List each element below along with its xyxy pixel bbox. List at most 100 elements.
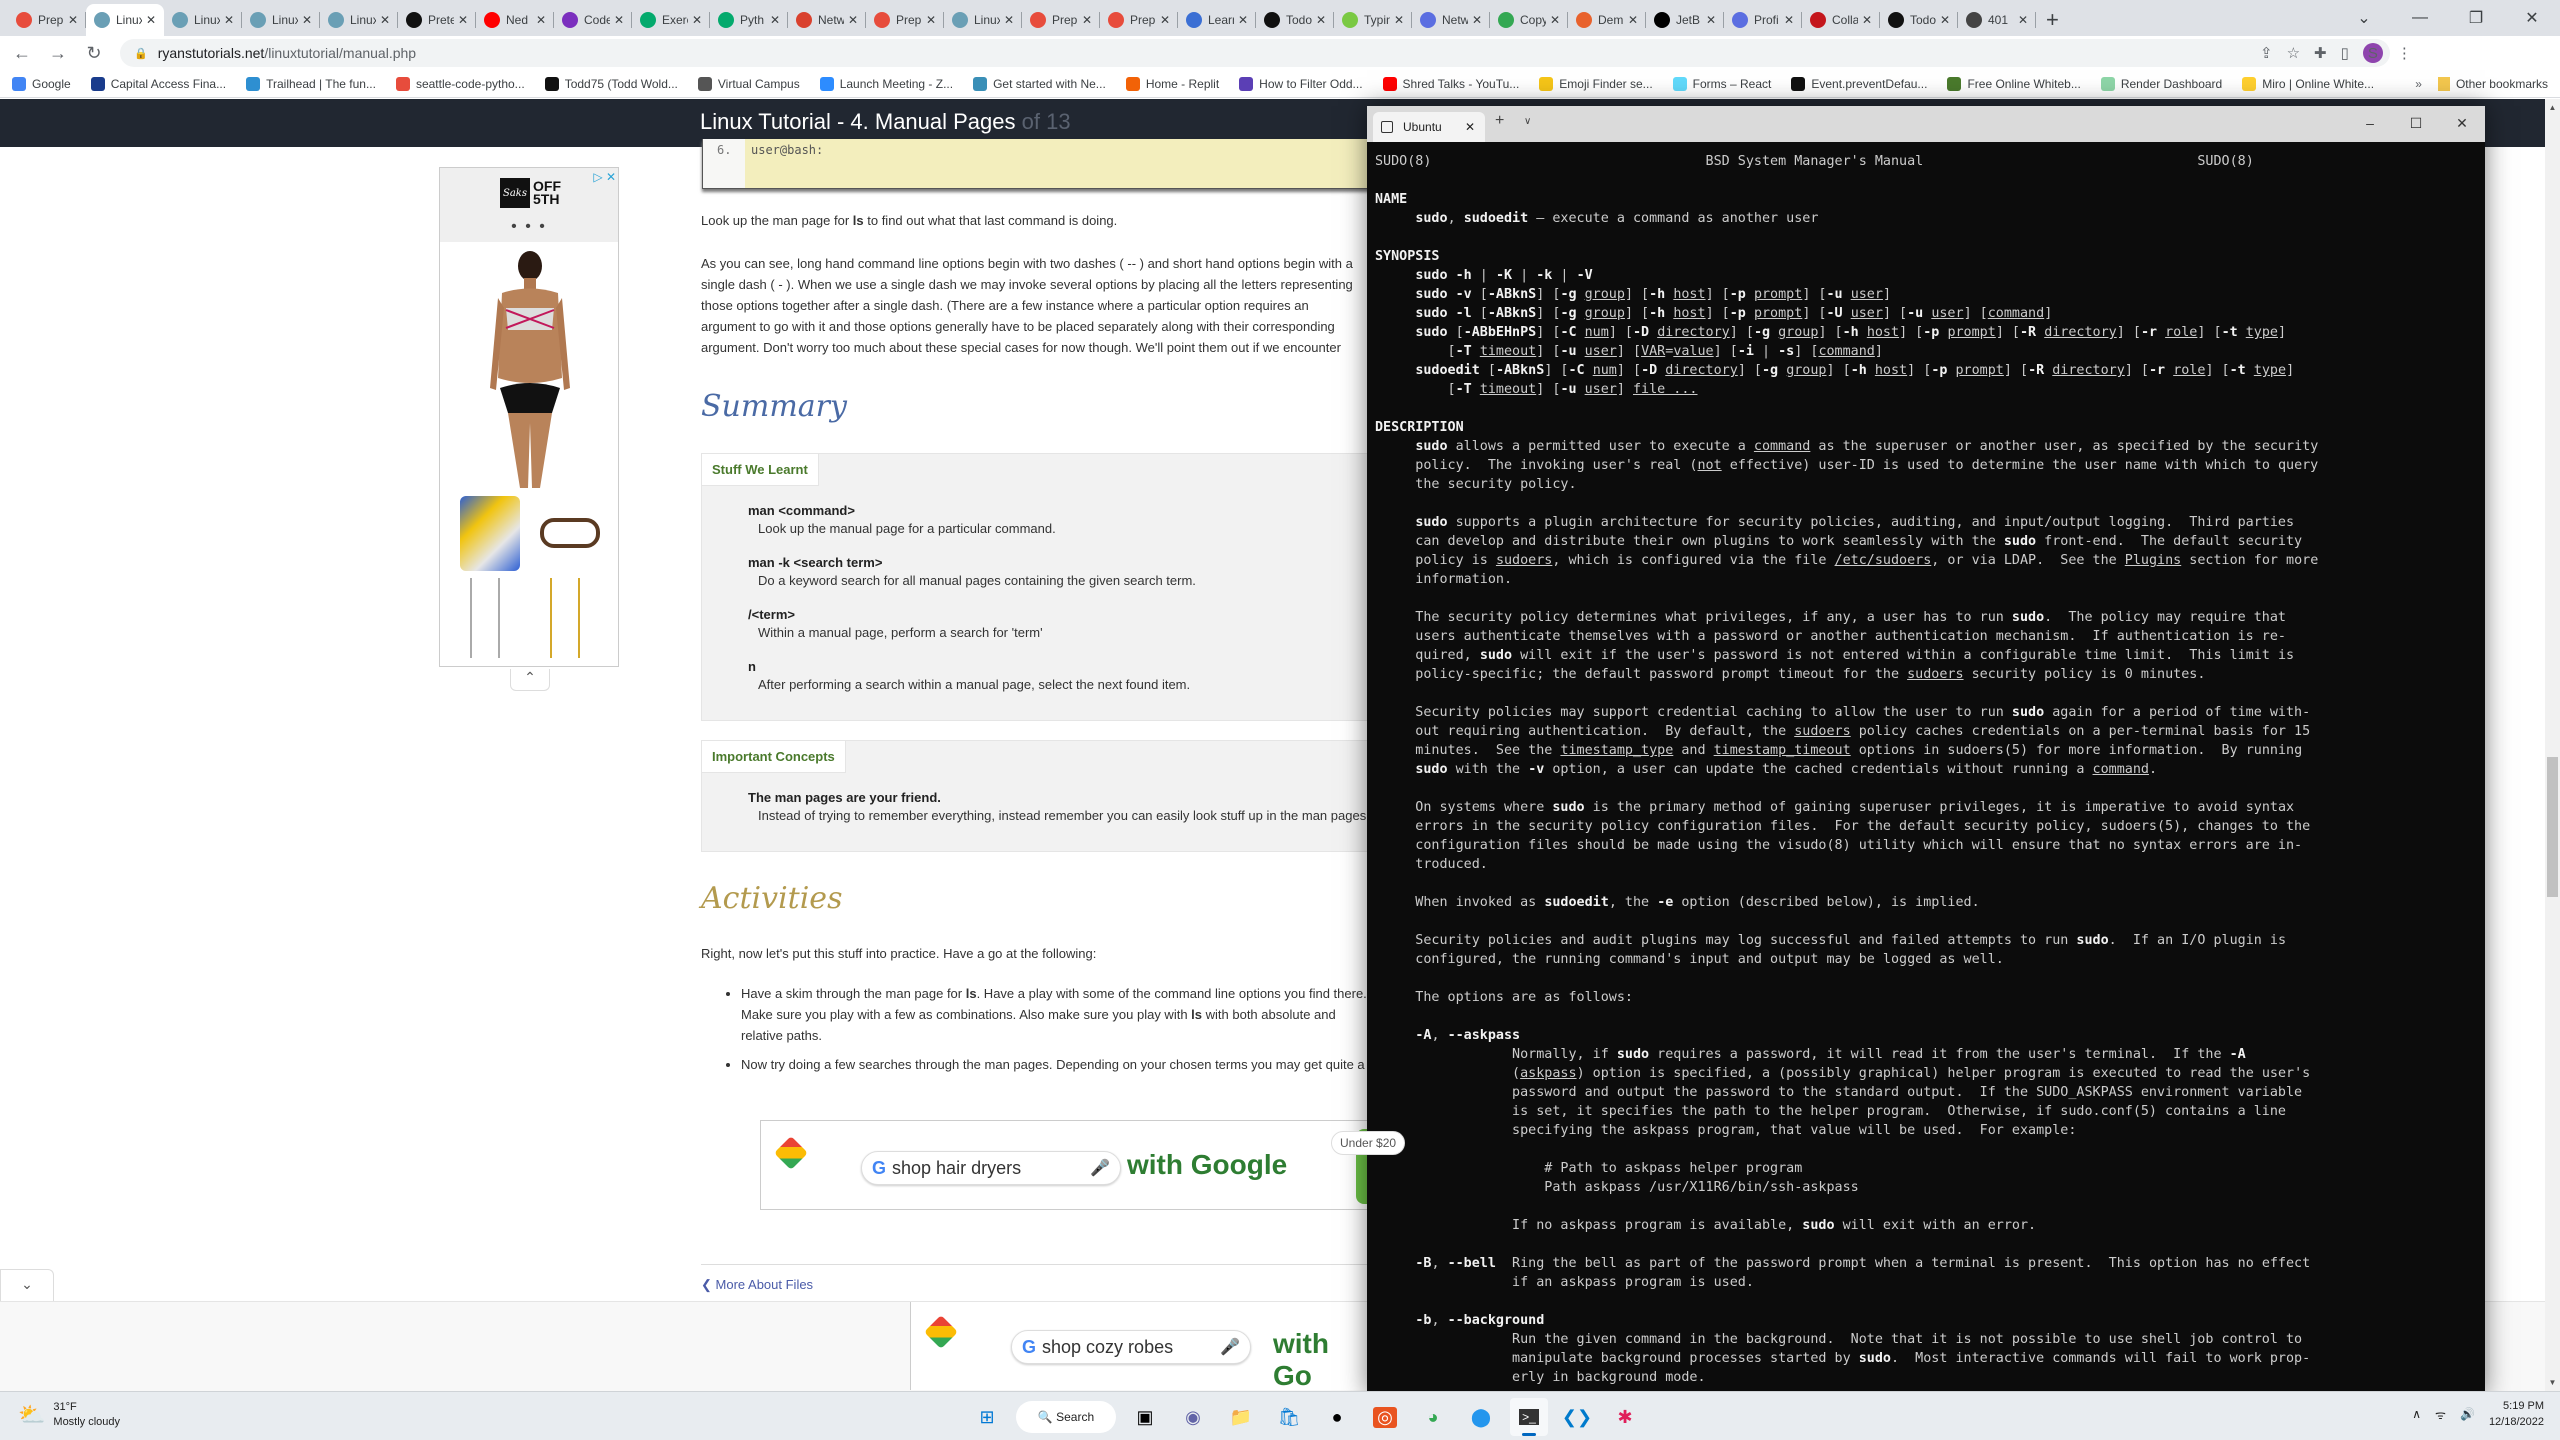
forward-button[interactable]: →: [44, 43, 72, 64]
tab-close-icon[interactable]: ✕: [1316, 13, 1326, 27]
tab-close-icon[interactable]: ✕: [848, 13, 858, 27]
browser-tab[interactable]: Colla ✕: [1802, 4, 1880, 36]
tab-close-icon[interactable]: ✕: [380, 13, 390, 27]
tab-close-icon[interactable]: ✕: [224, 13, 234, 27]
tab-close-icon[interactable]: ✕: [2018, 13, 2028, 27]
file-explorer-icon[interactable]: 📁: [1222, 1398, 1260, 1436]
tab-close-icon[interactable]: ✕: [1940, 13, 1950, 27]
browser-tab[interactable]: Prep ✕: [1100, 4, 1178, 36]
browser-tab[interactable]: Netw ✕: [1412, 4, 1490, 36]
more-bookmarks-chevron-icon[interactable]: »: [2415, 77, 2422, 91]
terminal-window[interactable]: Ubuntu ✕ + ∨ – ☐ ✕ SUDO(8) BSD System Ma…: [1367, 106, 2485, 1396]
tab-close-icon[interactable]: ✕: [1004, 13, 1014, 27]
browser-tab[interactable]: Prep ✕: [8, 4, 86, 36]
windows-terminal-icon[interactable]: >_: [1510, 1398, 1548, 1436]
terminal-close-button[interactable]: ✕: [2439, 106, 2485, 142]
tab-close-icon[interactable]: ✕: [926, 13, 936, 27]
browser-tab[interactable]: Todo ✕: [1256, 4, 1334, 36]
browser-tab[interactable]: Linux ✕: [164, 4, 242, 36]
minimize-button[interactable]: —: [2392, 9, 2448, 27]
prev-page-link[interactable]: ❮ More About Files: [701, 1277, 813, 1293]
browser-tab[interactable]: Code ✕: [554, 4, 632, 36]
reload-button[interactable]: ↻: [80, 43, 108, 64]
tab-close-icon[interactable]: ✕: [1238, 13, 1248, 27]
teams-chat-icon[interactable]: ◉: [1174, 1398, 1212, 1436]
bookmark-item[interactable]: Home - Replit: [1125, 76, 1219, 91]
tab-close-icon[interactable]: ✕: [458, 13, 468, 27]
tab-close-icon[interactable]: ✕: [1550, 13, 1560, 27]
scroll-down-arrow[interactable]: ▼: [2545, 1378, 2560, 1387]
adchoices-icon[interactable]: ▷ ✕: [593, 170, 616, 184]
tab-search-icon[interactable]: ⌄: [2336, 8, 2392, 28]
microsoft-store-icon[interactable]: 🛍: [1270, 1398, 1308, 1436]
bookmark-item[interactable]: Trailhead | The fun...: [246, 76, 376, 91]
ubuntu-icon[interactable]: ◎: [1366, 1398, 1404, 1436]
browser-tab[interactable]: JetB ✕: [1646, 4, 1724, 36]
menu-kebab-icon[interactable]: ⋮: [2397, 44, 2412, 62]
browser-tab[interactable]: Profi ✕: [1724, 4, 1802, 36]
restore-button[interactable]: ❐: [2448, 8, 2504, 28]
bookmark-item[interactable]: Forms – React: [1672, 76, 1771, 91]
address-bar[interactable]: 🔒 ryanstutorials.net/linuxtutorial/manua…: [120, 39, 2390, 67]
browser-tab[interactable]: Linux ✕: [242, 4, 320, 36]
bookmark-item[interactable]: Launch Meeting - Z...: [819, 76, 953, 91]
bookmark-item[interactable]: seattle-code-pytho...: [395, 76, 525, 91]
browser-tab[interactable]: Linux ✕: [944, 4, 1022, 36]
browser-tab[interactable]: Linux ✕: [320, 4, 398, 36]
browser-tab[interactable]: Pyth ✕: [710, 4, 788, 36]
sticky-ad-toggle[interactable]: ⌄: [0, 1269, 54, 1301]
browser-tab[interactable]: Typin ✕: [1334, 4, 1412, 36]
browser-tab[interactable]: Dem ✕: [1568, 4, 1646, 36]
side-panel-icon[interactable]: ▯: [2341, 44, 2349, 62]
tab-close-icon[interactable]: ✕: [146, 13, 156, 27]
ad-collapse-button[interactable]: ⌃: [510, 669, 550, 691]
browser-tab[interactable]: Prep ✕: [866, 4, 944, 36]
volume-icon[interactable]: 🔊: [2460, 1407, 2475, 1421]
tab-close-icon[interactable]: ✕: [1784, 13, 1794, 27]
ad-search-pill[interactable]: Gshop hair dryers 🎤: [861, 1151, 1121, 1185]
browser-tab[interactable]: Learn ✕: [1178, 4, 1256, 36]
bookmark-item[interactable]: Render Dashboard: [2100, 76, 2222, 91]
browser-tab[interactable]: Netw ✕: [788, 4, 866, 36]
new-tab-button[interactable]: +: [2046, 4, 2059, 36]
weather-widget[interactable]: ⛅ 31°F Mostly cloudy: [18, 1400, 120, 1430]
tab-close-icon[interactable]: ✕: [536, 13, 546, 27]
tab-close-icon[interactable]: ✕: [692, 13, 702, 27]
scroll-up-arrow[interactable]: ▲: [2545, 103, 2560, 112]
extensions-icon[interactable]: ✚: [2314, 44, 2327, 62]
profile-avatar[interactable]: S: [2362, 43, 2383, 63]
tab-close-icon[interactable]: ✕: [1160, 13, 1170, 27]
close-tab-icon[interactable]: ✕: [1465, 120, 1475, 134]
vscode-icon[interactable]: ❮❯: [1558, 1398, 1596, 1436]
bookmark-item[interactable]: How to Filter Odd...: [1239, 76, 1363, 91]
page-scrollbar[interactable]: ▲ ▼: [2545, 99, 2560, 1391]
tab-close-icon[interactable]: ✕: [1862, 13, 1872, 27]
back-button[interactable]: ←: [8, 43, 36, 64]
wifi-icon[interactable]: ᯤ: [2435, 1406, 2446, 1423]
start-button[interactable]: ⊞: [968, 1398, 1006, 1436]
chrome-icon[interactable]: ◕: [1414, 1398, 1452, 1436]
bookmark-star-icon[interactable]: ☆: [2287, 44, 2300, 62]
tab-close-icon[interactable]: ✕: [68, 13, 78, 27]
bookmark-item[interactable]: Free Online Whiteb...: [1947, 76, 2081, 91]
bookmark-item[interactable]: Event.preventDefau...: [1791, 76, 1927, 91]
tab-close-icon[interactable]: ✕: [1082, 13, 1092, 27]
browser-tab[interactable]: Ned ✕: [476, 4, 554, 36]
share-icon[interactable]: ⇪: [2260, 44, 2273, 62]
tab-close-icon[interactable]: ✕: [302, 13, 312, 27]
tab-close-icon[interactable]: ✕: [1628, 13, 1638, 27]
tab-close-icon[interactable]: ✕: [770, 13, 780, 27]
google-shopping-ad-2[interactable]: Gshop cozy robes 🎤 with Go: [910, 1302, 1370, 1391]
close-window-button[interactable]: ✕: [2504, 8, 2560, 28]
scrollbar-thumb[interactable]: [2547, 757, 2558, 897]
terminal-minimize-button[interactable]: –: [2347, 106, 2393, 142]
clock[interactable]: 5:19 PM 12/18/2022: [2489, 1398, 2544, 1430]
terminal-tab-ubuntu[interactable]: Ubuntu ✕: [1373, 112, 1485, 142]
task-view-icon[interactable]: ▣: [1126, 1398, 1164, 1436]
bookmark-item[interactable]: Google: [12, 76, 71, 91]
browser-tab[interactable]: Copy ✕: [1490, 4, 1568, 36]
google-shopping-ad[interactable]: Gshop hair dryers 🎤 with Google Under $20: [760, 1120, 1421, 1210]
tab-close-icon[interactable]: ✕: [1706, 13, 1716, 27]
bookmark-item[interactable]: Get started with Ne...: [973, 76, 1106, 91]
ad-search-pill[interactable]: Gshop cozy robes 🎤: [1011, 1330, 1251, 1364]
